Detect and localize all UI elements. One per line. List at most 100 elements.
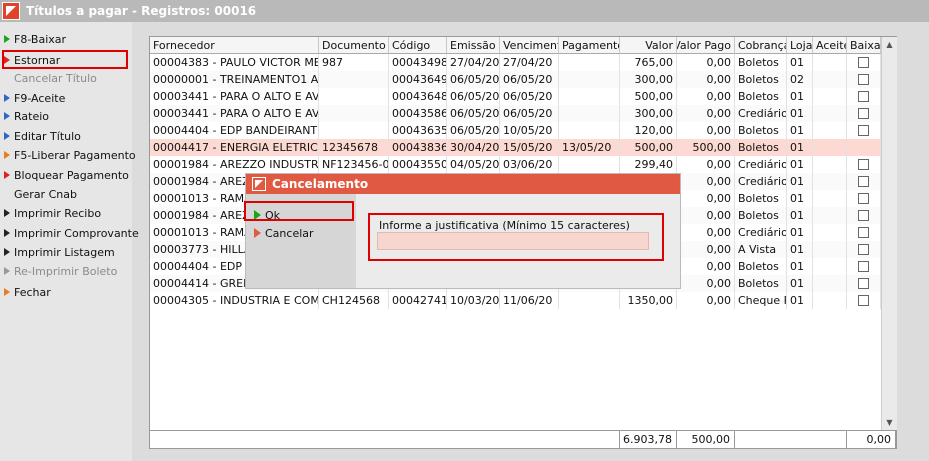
baixar-checkbox[interactable]	[858, 210, 869, 221]
table-cell	[847, 105, 881, 122]
dialog-title-bar: Cancelamento	[246, 174, 680, 194]
column-header[interactable]: Valor	[620, 37, 677, 54]
baixar-checkbox[interactable]	[858, 57, 869, 68]
table-cell: 0,00	[677, 173, 735, 190]
table-cell: Boletos	[735, 71, 787, 88]
scroll-up-icon[interactable]: ▲	[882, 37, 897, 51]
table-cell: 10/05/20	[500, 122, 559, 139]
table-cell	[813, 54, 847, 71]
column-header[interactable]: Código	[389, 37, 447, 54]
table-cell: 120,00	[620, 122, 677, 139]
column-header[interactable]: Loja	[787, 37, 813, 54]
orange-triangle-icon	[4, 288, 10, 296]
cancel-icon	[254, 228, 261, 238]
column-header[interactable]: Documento	[319, 37, 389, 54]
baixar-checkbox[interactable]	[858, 176, 869, 187]
column-header[interactable]: Valor Pago	[677, 37, 735, 54]
baixar-checkbox[interactable]	[858, 125, 869, 136]
column-header[interactable]: Aceite	[813, 37, 847, 54]
table-cell	[813, 122, 847, 139]
sidebar-item-imprimir-listagem[interactable]: Imprimir Listagem	[4, 244, 115, 260]
vertical-scrollbar[interactable]: ▲ ▼	[881, 37, 897, 430]
sidebar-item-bloquear-pagamento[interactable]: Bloquear Pagamento	[4, 167, 129, 183]
baixar-checkbox[interactable]	[858, 244, 869, 255]
dialog-title: Cancelamento	[272, 177, 369, 191]
column-header[interactable]: Emissão	[447, 37, 500, 54]
table-cell: 300,00	[620, 71, 677, 88]
sidebar-item-f9-aceite[interactable]: F9-Aceite	[4, 90, 65, 106]
baixar-checkbox[interactable]	[858, 227, 869, 238]
column-header[interactable]: Cobrança	[735, 37, 787, 54]
table-cell	[319, 71, 389, 88]
sidebar-item-rateio[interactable]: Rateio	[4, 108, 49, 124]
sidebar-item-editar-t-tulo[interactable]: Editar Título	[4, 128, 81, 144]
table-cell: 04/05/20	[447, 156, 500, 173]
table-cell: 0,00	[677, 224, 735, 241]
table-cell: 00004305 - INDUSTRIA E COMERCIO	[150, 292, 319, 309]
table-cell	[813, 207, 847, 224]
table-cell: 01	[787, 139, 813, 156]
sidebar-item-f5-liberar-pagamento[interactable]: F5-Liberar Pagamento	[4, 147, 136, 163]
column-header[interactable]: Fornecedor	[150, 37, 319, 54]
column-header[interactable]: Baixar	[847, 37, 881, 54]
sidebar-item-re-imprimir-boleto[interactable]: Re-Imprimir Boleto	[4, 263, 117, 279]
table-cell: 300,00	[620, 105, 677, 122]
table-cell: 500,00	[677, 139, 735, 156]
table-cell: 00000001 - TREINAMENTO1 APELIDO	[150, 71, 319, 88]
sidebar-item-imprimir-comprovante[interactable]: Imprimir Comprovante	[4, 225, 139, 241]
table-cell: 500,00	[620, 139, 677, 156]
baixar-checkbox[interactable]	[858, 74, 869, 85]
table-cell: 987	[319, 54, 389, 71]
baixar-checkbox[interactable]	[858, 278, 869, 289]
title-bar: Títulos a pagar - Registros: 00016	[0, 0, 929, 22]
sidebar-item-label: Cancelar Título	[14, 71, 97, 85]
table-cell	[847, 156, 881, 173]
baixar-checkbox[interactable]	[858, 91, 869, 102]
table-cell	[847, 275, 881, 292]
table-cell: 30/04/20	[447, 139, 500, 156]
table-cell	[813, 224, 847, 241]
table-cell	[813, 173, 847, 190]
table-cell: 0,00	[677, 88, 735, 105]
sidebar-item-gerar-cnab[interactable]: Gerar Cnab	[4, 186, 77, 202]
table-cell: Crediário	[735, 105, 787, 122]
sidebar-item-fechar[interactable]: Fechar	[4, 284, 51, 300]
column-header[interactable]: Pagamento	[559, 37, 620, 54]
baixar-checkbox[interactable]	[858, 108, 869, 119]
baixar-checkbox[interactable]	[858, 261, 869, 272]
cancel-button[interactable]: Cancelar	[254, 225, 314, 241]
table-cell: Boletos	[735, 88, 787, 105]
table-cell: 06/05/20	[500, 71, 559, 88]
baixar-checkbox[interactable]	[858, 193, 869, 204]
table-cell	[847, 122, 881, 139]
red-triangle-icon	[4, 171, 10, 179]
table-cell: 00043836	[389, 139, 447, 156]
table-cell: 06/05/20	[447, 105, 500, 122]
sidebar-item-imprimir-recibo[interactable]: Imprimir Recibo	[4, 205, 101, 221]
table-cell: 00003441 - PARA O ALTO E AVANTE	[150, 88, 319, 105]
table-cell	[847, 258, 881, 275]
totals-footer: 6.903,78 500,00 0,00	[149, 430, 897, 449]
table-cell	[559, 122, 620, 139]
table-cell: Boletos	[735, 54, 787, 71]
table-cell: 0,00	[677, 292, 735, 309]
baixar-checkbox[interactable]	[858, 295, 869, 306]
black-triangle-icon	[4, 248, 10, 256]
table-cell: 01	[787, 173, 813, 190]
table-cell: 299,40	[620, 156, 677, 173]
sidebar-item-label: Re-Imprimir Boleto	[14, 264, 118, 278]
table-cell: 00004383 - PAULO VICTOR MERINO	[150, 54, 319, 71]
table-cell: 0,00	[677, 241, 735, 258]
table-cell: 00043586	[389, 105, 447, 122]
table-cell: 0,00	[677, 190, 735, 207]
table-cell	[813, 105, 847, 122]
table-cell: 0,00	[677, 54, 735, 71]
column-header[interactable]: Vencimento	[500, 37, 559, 54]
table-cell	[813, 292, 847, 309]
scroll-down-icon[interactable]: ▼	[882, 415, 897, 429]
table-cell	[813, 156, 847, 173]
baixar-checkbox[interactable]	[858, 159, 869, 170]
sidebar-item-f8-baixar[interactable]: F8-Baixar	[4, 31, 66, 47]
table-cell: Boletos	[735, 190, 787, 207]
sidebar-item-cancelar-t-tulo[interactable]: Cancelar Título	[4, 70, 97, 86]
